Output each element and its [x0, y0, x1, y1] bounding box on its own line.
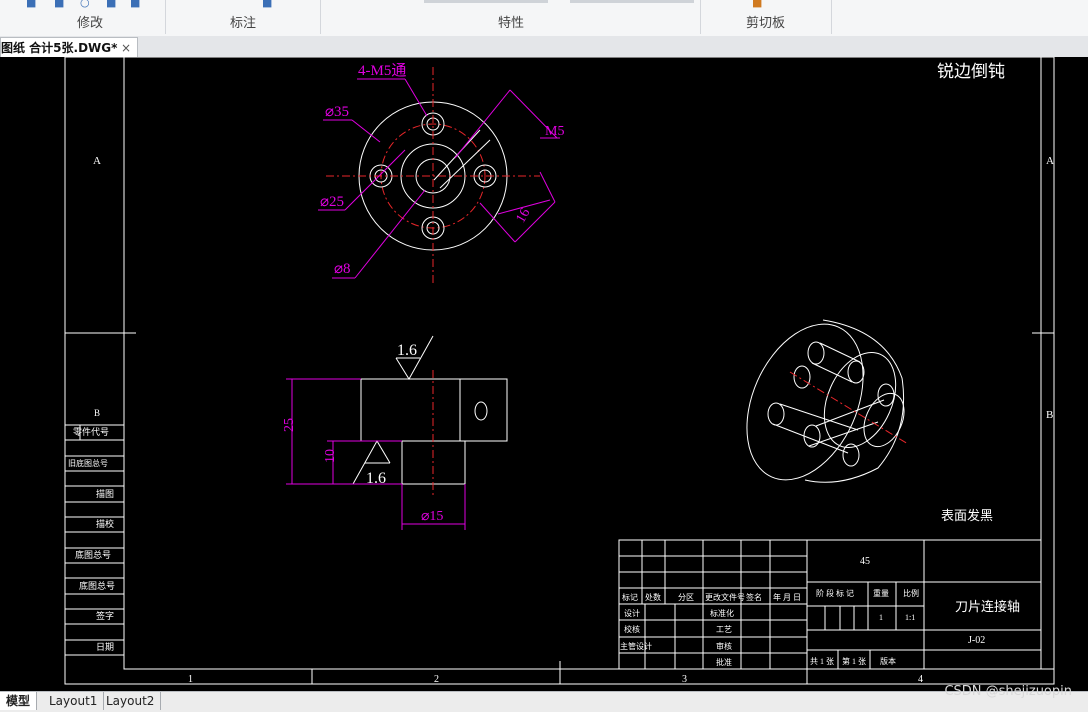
close-icon[interactable]: × — [121, 38, 131, 57]
strip-row-label: 零件代号 — [73, 426, 109, 437]
drawing-number: J-02 — [968, 635, 985, 646]
tb-scale-value: 1:1 — [905, 613, 915, 622]
roughness-top: 1.6 — [397, 342, 417, 359]
top-view-dimensions — [318, 78, 560, 279]
dim-dia-15: ⌀15 — [421, 509, 443, 524]
strip-row-label: 旧底图总号 — [68, 458, 108, 468]
tb-role: 校核 — [624, 624, 640, 634]
tb-label: 签名 — [746, 592, 762, 602]
document-tab-title: 图纸 合计5张.DWG* — [1, 41, 118, 55]
top-view — [326, 67, 540, 286]
ribbon-group-clipboard: 剪切板 — [746, 16, 786, 31]
ribbon-group-dimension: 标注 — [230, 16, 257, 31]
column-number: 3 — [682, 674, 687, 685]
note-sharp-edges: 锐边倒钝 — [937, 62, 1005, 81]
isometric-view — [746, 319, 909, 483]
tb-sheet-no: 第 1 张 — [842, 656, 866, 666]
front-view-dimensions — [286, 378, 466, 530]
tb-label: 更改文件号 — [705, 592, 745, 602]
ribbon-group-properties: 特性 — [498, 16, 525, 31]
watermark: CSDN @shejizuopin — [944, 684, 1072, 699]
tb-label: 年 月 日 — [773, 592, 801, 602]
dim-dia-8: ⌀8 — [334, 261, 351, 277]
callout-holes: 4-M5通 — [358, 62, 406, 79]
dim-m5: M5 — [545, 124, 564, 139]
tab-layout2[interactable]: Layout2 — [100, 692, 162, 710]
document-tab[interactable]: 图纸 合计5张.DWG* × — [0, 37, 138, 57]
paste-icon[interactable]: ■ — [752, 0, 762, 9]
zone-label-a-right: A — [1046, 155, 1054, 167]
zone-label-a: A — [93, 155, 101, 167]
layout-tab-bar: 模型 Layout1 Layout2 — [0, 691, 1088, 712]
drawing-canvas[interactable]: A A B 1 2 3 4 B 零件代号 旧底图总号 描图 描校 底图总号 底图… — [0, 57, 1088, 691]
strip-row-label: 底图总号 — [75, 549, 111, 560]
column-number: 1 — [188, 674, 193, 685]
tb-sheets-total: 共 1 张 — [810, 657, 834, 666]
tb-label: 处数 — [645, 592, 661, 602]
ribbon-tool-icon[interactable]: ■ — [130, 0, 140, 9]
tb-label: 分区 — [678, 593, 694, 602]
ribbon-tool-icon[interactable]: ○ — [80, 0, 90, 9]
part-name: 刀片连接轴 — [955, 599, 1020, 614]
strip-zone-b: B — [94, 408, 100, 418]
ribbon-tool-icon[interactable]: ■ — [54, 0, 64, 9]
tb-role: 工艺 — [716, 625, 732, 634]
tb-version: 版本 — [880, 656, 896, 666]
strip-row-label: 签字 — [96, 610, 114, 621]
dim-dia-25: ⌀25 — [320, 194, 344, 210]
tb-role: 设计 — [624, 608, 640, 618]
ribbon-separator — [165, 0, 166, 34]
ribbon-separator — [831, 0, 832, 34]
strip-row-label: 描图 — [96, 488, 114, 499]
material: 45 — [860, 556, 870, 567]
tb-weight-value: 1 — [879, 613, 883, 622]
tab-model[interactable]: 模型 — [0, 692, 38, 710]
ribbon-tool-icon[interactable]: ■ — [106, 0, 116, 9]
dim-25: 25 — [282, 418, 297, 432]
tb-stage: 阶 段 标 记 — [816, 588, 854, 598]
tb-role: 主管设计 — [620, 641, 652, 651]
zone-label-b-right: B — [1046, 409, 1053, 421]
roughness-bottom: 1.6 — [366, 470, 386, 487]
strip-row-label: 日期 — [96, 642, 114, 652]
tb-role: 审核 — [716, 641, 732, 651]
tb-scale: 比例 — [903, 588, 919, 598]
dim-dia-35: ⌀35 — [325, 104, 349, 120]
ribbon-property-dropdown[interactable] — [570, 0, 694, 3]
strip-row-label: 底图总号 — [79, 580, 115, 591]
note-surface-black: 表面发黑 — [941, 508, 993, 523]
ribbon-property-dropdown[interactable] — [424, 0, 548, 3]
column-number: 2 — [434, 674, 439, 685]
ribbon-separator — [320, 0, 321, 34]
document-tab-bar: 图纸 合计5张.DWG* × — [0, 36, 1088, 58]
dim-10: 10 — [323, 449, 338, 463]
ribbon-tool-icon[interactable]: ■ — [26, 0, 36, 9]
tb-role: 标准化 — [710, 608, 734, 618]
strip-row-label: 描校 — [96, 518, 114, 529]
column-number: 4 — [918, 674, 923, 685]
tab-layout1[interactable]: Layout1 — [43, 692, 105, 710]
ribbon-tool-icon[interactable]: ■ — [262, 0, 272, 9]
ribbon: ■ ■ ○ ■ ■ 修改 ■ 标注 特性 ■ 剪切板 — [0, 0, 1088, 37]
tb-role: 批准 — [716, 657, 732, 667]
tb-weight: 重量 — [873, 588, 889, 598]
tb-label: 标记 — [622, 592, 638, 602]
ribbon-separator — [700, 0, 701, 34]
ribbon-group-modify: 修改 — [77, 16, 104, 31]
